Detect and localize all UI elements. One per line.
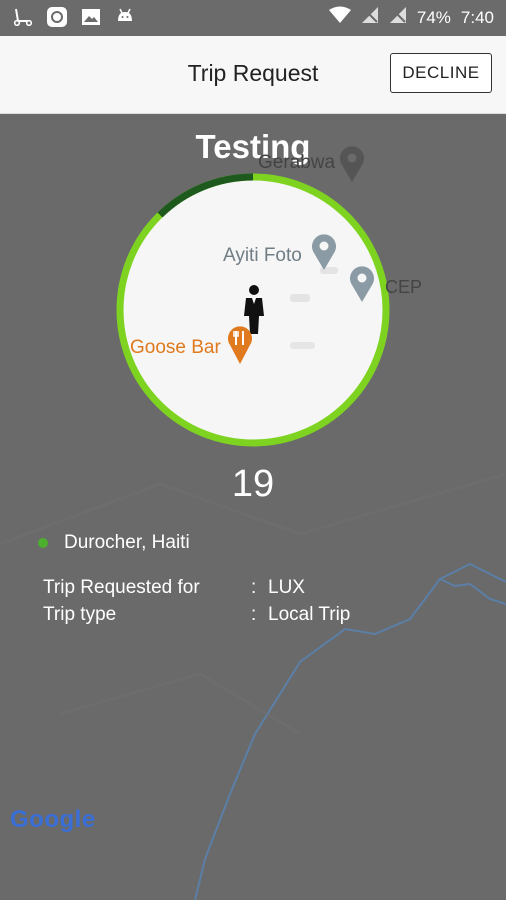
- detail-key: Trip Requested for: [43, 577, 200, 598]
- map-label-cep: CEP: [385, 277, 423, 297]
- pickup-location: Durocher, Haiti: [64, 532, 190, 553]
- decline-button[interactable]: DECLINE: [390, 53, 492, 93]
- scooter-icon: [12, 6, 34, 28]
- battery-text: 74%: [416, 7, 451, 27]
- android-icon: [114, 6, 136, 28]
- location-row: Durocher, Haiti: [38, 532, 190, 554]
- detail-value: LUX: [268, 577, 305, 598]
- clock: 7:40: [460, 7, 494, 27]
- detail-value: Local Trip: [268, 604, 351, 625]
- status-bar: 74% 7:40: [0, 0, 506, 36]
- app-bar: Trip Request DECLINE: [0, 36, 506, 114]
- location-dot-icon: [38, 538, 48, 548]
- no-signal-icon: [389, 6, 407, 29]
- map-label-ayiti-foto: Ayiti Foto: [223, 245, 302, 266]
- app-icon: [46, 6, 68, 28]
- map-pin-icon[interactable]: [338, 145, 366, 188]
- map-pin-icon[interactable]: [310, 233, 338, 276]
- image-icon: [80, 6, 102, 28]
- detail-separator: :: [251, 604, 257, 625]
- google-logo: Google: [10, 806, 96, 833]
- countdown-timer: 19: [231, 463, 275, 505]
- passenger-name: Testing: [195, 128, 311, 165]
- map-label-gerabwa: Gerabwa: [258, 152, 336, 173]
- wifi-icon: [328, 6, 351, 29]
- no-signal-icon: [361, 6, 379, 29]
- restaurant-pin-icon[interactable]: [226, 325, 254, 370]
- map-pin-icon[interactable]: [348, 265, 376, 308]
- map-label-goose-bar: Goose Bar: [130, 337, 221, 358]
- detail-key: Trip type: [43, 604, 117, 625]
- detail-separator: :: [251, 577, 257, 598]
